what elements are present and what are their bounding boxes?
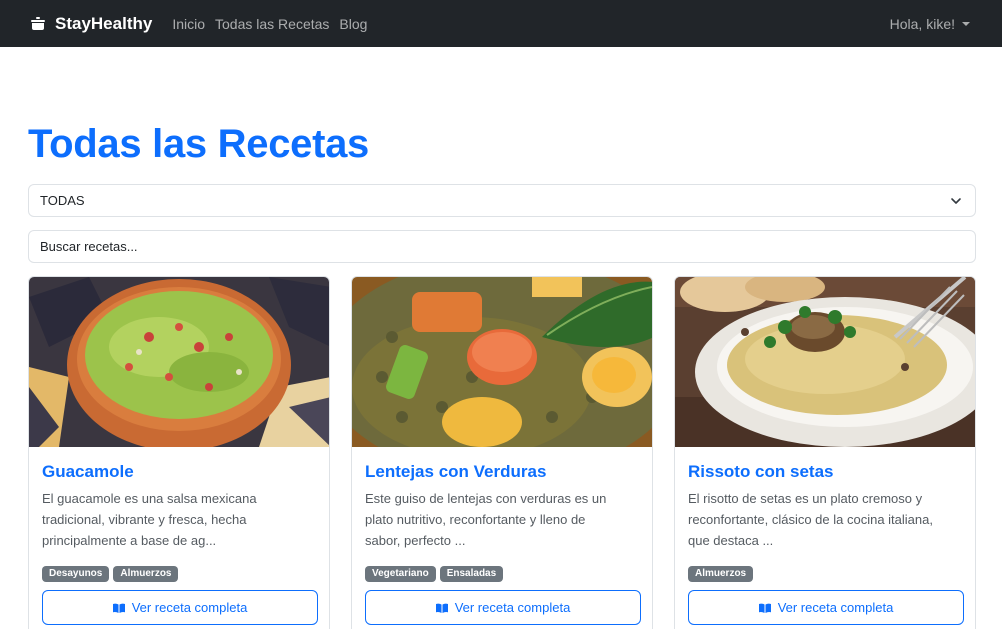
tag-badge: Vegetariano [365,566,436,582]
top-navbar: StayHealthy Inicio Todas las Recetas Blo… [0,0,1002,47]
caret-down-icon [962,22,970,26]
book-open-icon [758,603,771,613]
nav-link-blog[interactable]: Blog [339,16,367,32]
recipe-title[interactable]: Lentejas con Verduras [365,462,546,482]
view-recipe-button[interactable]: Ver receta completa [688,590,964,625]
nav-links: Inicio Todas las Recetas Blog [172,16,377,32]
recipe-description: El risotto de setas es un plato cremoso … [688,491,933,548]
recipe-description: El guacamole es una salsa mexicana tradi… [42,491,257,548]
cooking-pot-icon [31,16,45,30]
recipe-description: Este guiso de lentejas con verduras es u… [365,491,607,548]
recipe-tags: Vegetariano Ensaladas [365,566,507,582]
user-greeting: Hola, kike! [889,15,955,32]
recipe-card-lentejas: Lentejas con Verduras Este guiso de lent… [351,276,653,629]
chevron-down-icon [951,198,961,204]
recipe-card-guacamole: Guacamole El guacamole es una salsa mexi… [28,276,330,629]
page-title: Todas las Recetas [28,122,369,166]
search-input[interactable] [28,230,976,263]
view-recipe-button[interactable]: Ver receta completa [42,590,318,625]
recipe-image-lentejas[interactable] [352,277,652,447]
view-recipe-button[interactable]: Ver receta completa [365,590,641,625]
book-open-icon [435,603,448,613]
view-recipe-label: Ver receta completa [777,600,894,615]
brand-link[interactable]: StayHealthy [30,14,152,34]
view-recipe-label: Ver receta completa [454,600,571,615]
tag-badge: Almuerzos [688,566,754,582]
recipe-tags: Desayunos Almuerzos [42,566,182,582]
tag-badge: Desayunos [42,566,110,582]
brand-name: StayHealthy [55,13,153,33]
nav-link-inicio[interactable]: Inicio [172,16,205,32]
category-select-value: TODAS [40,193,85,208]
recipe-image-guacamole[interactable] [29,277,329,447]
tag-badge: Ensaladas [439,566,504,582]
recipe-title[interactable]: Guacamole [42,462,134,482]
book-open-icon [112,603,125,613]
recipe-image-risotto[interactable] [675,277,975,447]
user-dropdown[interactable]: Hola, kike! [890,0,970,47]
tag-badge: Almuerzos [113,566,179,582]
recipe-card-risotto: Rissoto con setas El risotto de setas es… [674,276,976,629]
nav-link-todas-recetas[interactable]: Todas las Recetas [215,16,329,32]
recipe-title[interactable]: Rissoto con setas [688,462,834,482]
recipe-tags: Almuerzos [688,566,757,582]
view-recipe-label: Ver receta completa [131,600,248,615]
category-select[interactable]: TODAS [28,184,976,217]
